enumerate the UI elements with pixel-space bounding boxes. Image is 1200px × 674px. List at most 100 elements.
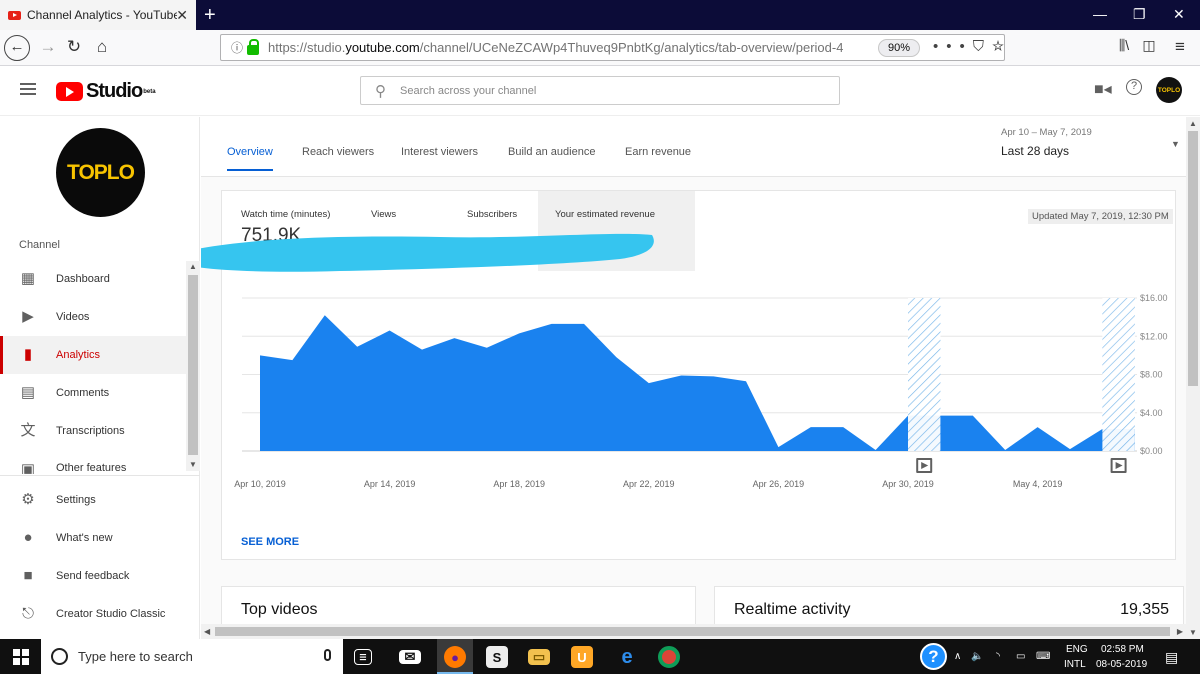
sidebar-item-other-features[interactable]: ▣ Other features <box>0 450 186 475</box>
create-video-icon[interactable]: ■◂ <box>1094 79 1112 99</box>
tray-expand-icon[interactable]: ∧ <box>954 651 961 662</box>
sidebar-item-comments[interactable]: ▤ Comments <box>0 374 186 412</box>
browser-tab-bar: Channel Analytics - YouTube Studio ✕ + —… <box>0 0 1200 30</box>
url-text: https://studio.youtube.com/channel/UCeNe… <box>268 40 843 55</box>
tab-build-audience[interactable]: Build an audience <box>508 146 595 169</box>
analytics-tabs: Overview Reach viewers Interest viewers … <box>201 117 1186 177</box>
page-vertical-scrollbar[interactable]: ▲ ▼ <box>1186 117 1200 639</box>
url-bar[interactable]: ⓘ https://studio.youtube.com/channel/UCe… <box>220 34 1005 61</box>
language-code[interactable]: ENG <box>1066 644 1088 655</box>
forward-icon[interactable]: → <box>36 37 60 57</box>
library-icon[interactable]: ⫼\ <box>1112 37 1136 54</box>
sidebar-item-whats-new[interactable]: ● What's new <box>0 519 186 557</box>
tab-reach-viewers[interactable]: Reach viewers <box>302 146 374 169</box>
taskbar-search[interactable] <box>41 639 343 674</box>
zoom-indicator[interactable]: 90% <box>878 39 921 57</box>
windows-start-icon[interactable] <box>13 649 29 665</box>
sidebar-item-label: Dashboard <box>56 273 110 285</box>
volume-icon[interactable]: 🔈 <box>971 651 983 662</box>
maximize-icon[interactable]: ❐ <box>1133 6 1146 23</box>
notifications-icon[interactable]: ▤ <box>1165 649 1178 666</box>
sidebar-item-settings[interactable]: ⚙ Settings <box>0 481 186 519</box>
chrome-icon[interactable] <box>658 646 680 668</box>
help-icon[interactable]: ? <box>1126 79 1142 95</box>
sidebar-item-videos[interactable]: ▶ Videos <box>0 298 186 336</box>
tab-interest-viewers[interactable]: Interest viewers <box>401 146 478 169</box>
channel-logo[interactable]: TOPLO <box>56 128 145 217</box>
scroll-down-icon[interactable]: ▼ <box>189 460 197 469</box>
taskbar-search-input[interactable] <box>78 649 318 664</box>
info-icon[interactable]: ⓘ <box>231 39 245 56</box>
clock-date[interactable]: 08-05-2019 <box>1096 659 1147 670</box>
tab-earn-revenue[interactable]: Earn revenue <box>625 146 691 169</box>
microphone-icon[interactable] <box>324 649 331 661</box>
sidebar-item-label: Send feedback <box>56 570 130 582</box>
sidebar-item-send-feedback[interactable]: ■ Send feedback <box>0 557 186 595</box>
channel-logo-text: TOPLO <box>67 160 135 184</box>
language-layout[interactable]: INTL <box>1064 659 1086 670</box>
scroll-right-icon[interactable]: ▶ <box>1177 627 1183 636</box>
browser-tab[interactable]: Channel Analytics - YouTube Studio ✕ <box>0 0 196 30</box>
edge-icon[interactable]: e <box>616 646 638 668</box>
hamburger-menu-icon[interactable] <box>20 83 36 95</box>
search-input[interactable] <box>400 84 800 97</box>
new-tab-icon[interactable]: + <box>204 4 216 27</box>
revenue-chart: $16.00 $12.00 $8.00 $4.00 $0.00 Apr 10, 2019… <box>234 293 1167 489</box>
page-actions[interactable]: •••⛉☆ <box>933 38 1012 55</box>
reload-icon[interactable]: ↻ <box>62 37 86 57</box>
close-tab-icon[interactable]: ✕ <box>176 7 188 24</box>
task-view-icon[interactable]: ☰ <box>354 649 372 665</box>
firefox-icon[interactable]: ● <box>444 646 466 668</box>
scroll-left-icon[interactable]: ◀ <box>204 627 210 636</box>
sidebar-item-dashboard[interactable]: ▦ Dashboard <box>0 260 186 298</box>
redaction-scribble <box>201 233 654 272</box>
scroll-up-icon[interactable]: ▲ <box>189 262 197 271</box>
channel-search[interactable]: ⚲ <box>360 76 840 105</box>
bookmark-star-icon: ☆ <box>992 38 1013 55</box>
chevron-down-icon[interactable]: ▼ <box>1171 139 1180 149</box>
help-tray-icon[interactable]: ? <box>920 643 947 670</box>
mail-icon[interactable]: ✉ <box>399 649 421 664</box>
video-play-icon[interactable] <box>916 458 933 473</box>
scrollbar-thumb[interactable] <box>215 627 1170 636</box>
sidebar-item-creator-studio-classic[interactable]: ⎋ Creator Studio Classic <box>0 595 186 633</box>
studio-logo[interactable]: Studio beta <box>56 80 156 103</box>
close-window-icon[interactable]: ✕ <box>1173 6 1185 23</box>
x-tick-label: Apr 30, 2019 <box>882 479 934 489</box>
avatar[interactable]: TOPLO <box>1156 77 1182 103</box>
feedback-icon: ■ <box>23 567 33 584</box>
sidebar-item-analytics[interactable]: ▮ Analytics <box>0 336 186 374</box>
minimize-icon[interactable]: — <box>1093 6 1107 22</box>
keyboard-icon[interactable]: ⌨ <box>1036 651 1050 662</box>
metric-tab-revenue[interactable]: Your estimated revenue <box>555 209 655 220</box>
uc-browser-icon[interactable]: U <box>571 646 593 668</box>
back-icon[interactable]: ← <box>4 35 30 61</box>
video-markers <box>916 458 1127 473</box>
clock-time[interactable]: 02:58 PM <box>1101 644 1144 655</box>
sidebar-scrollbar[interactable]: ▲ ▼ <box>186 261 200 471</box>
metric-tab-views[interactable]: Views <box>371 209 396 220</box>
realtime-card: Realtime activity 19,355 <box>714 586 1184 624</box>
metric-tab-subscribers[interactable]: Subscribers <box>467 209 517 220</box>
tab-overview[interactable]: Overview <box>227 146 273 171</box>
page-horizontal-scrollbar[interactable]: ◀ ▶ <box>201 624 1186 639</box>
sidebar-item-transcriptions[interactable]: 文 Transcriptions <box>0 412 186 450</box>
battery-icon[interactable]: ▭ <box>1016 651 1025 662</box>
date-range-selector[interactable]: Apr 10 – May 7, 2019 Last 28 days <box>1001 127 1092 158</box>
x-tick-label: Apr 14, 2019 <box>364 479 416 489</box>
scrollbar-thumb[interactable] <box>188 275 198 455</box>
see-more-link[interactable]: SEE MORE <box>241 536 299 548</box>
sidebar-item-label: Comments <box>56 387 110 399</box>
sidebar-toggle-icon[interactable]: ◫ <box>1137 37 1161 54</box>
scroll-up-icon[interactable]: ▲ <box>1189 119 1197 128</box>
wifi-icon[interactable]: ◝ <box>996 651 1000 662</box>
home-icon[interactable]: ⌂ <box>90 37 114 57</box>
app-s-icon[interactable]: S <box>486 646 508 668</box>
video-play-icon[interactable] <box>1110 458 1127 473</box>
scroll-down-icon[interactable]: ▼ <box>1189 628 1197 637</box>
file-explorer-icon[interactable]: ▭ <box>528 649 550 665</box>
analytics-icon: ▮ <box>23 346 33 363</box>
metric-tab-watch-time[interactable]: Watch time (minutes) <box>241 209 330 220</box>
scrollbar-thumb[interactable] <box>1188 131 1198 386</box>
menu-icon[interactable]: ≡ <box>1168 37 1192 57</box>
